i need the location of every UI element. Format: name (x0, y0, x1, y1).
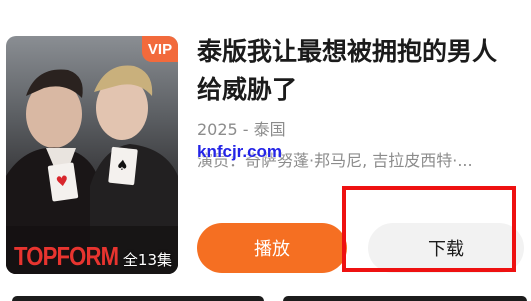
next-card-right[interactable] (283, 296, 527, 301)
vip-badge: VIP (142, 36, 178, 62)
year-region: 2025 - 泰国 (197, 120, 286, 139)
svg-text:♠: ♠ (115, 157, 129, 174)
next-card-left[interactable] (12, 296, 264, 301)
watermark-text: knfcjr.com (197, 142, 283, 161)
poster-artwork: ♥ ♠ (6, 65, 178, 274)
drama-title[interactable]: 泰版我让最想被拥抱的男人给威胁了 (197, 33, 517, 109)
svg-text:♥: ♥ (55, 173, 70, 191)
drama-card: ♥ ♠ TOPFORM VIP 全13集 泰版我让最想被拥抱的男人给威胁了 20… (0, 0, 531, 301)
poster-logo-text: TOPFORM (14, 241, 119, 271)
download-button[interactable]: 下载 (368, 223, 524, 273)
episode-count: 全13集 (122, 251, 172, 269)
play-button[interactable]: 播放 (197, 223, 347, 273)
poster-image[interactable]: ♥ ♠ TOPFORM VIP 全13集 (6, 36, 178, 274)
